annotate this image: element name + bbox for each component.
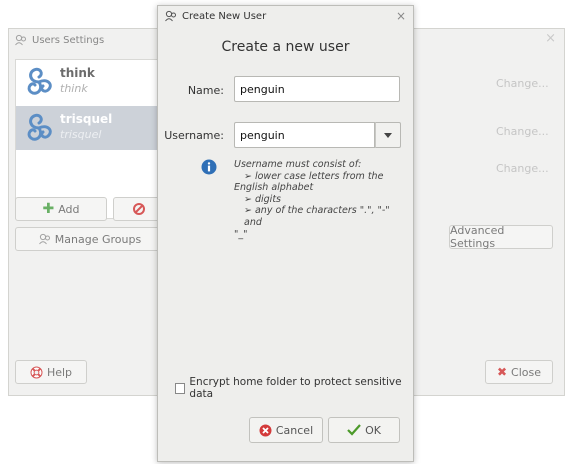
rules-line: Username must consist of: — [234, 159, 362, 170]
dialog-heading: Create a new user — [221, 39, 350, 55]
change-link-1[interactable]: Change... — [496, 77, 549, 90]
plus-icon: ✚ — [42, 201, 55, 217]
cancel-label: Cancel — [275, 423, 314, 437]
ok-label: OK — [365, 423, 381, 437]
name-field[interactable]: penguin — [234, 76, 400, 102]
groups-icon — [38, 233, 50, 245]
user-row-think[interactable]: think think — [16, 60, 166, 104]
rules-line: "_" — [234, 228, 248, 240]
encrypt-home-option[interactable]: Encrypt home folder to protect sensitive… — [175, 376, 413, 400]
triskelion-avatar-icon — [27, 113, 52, 141]
remove-icon — [133, 203, 145, 215]
ok-button[interactable]: OK — [328, 417, 400, 443]
rules-line: ➢ digits — [244, 193, 281, 205]
dialog-titlebar: Create New User — [158, 6, 413, 26]
checkmark-icon — [347, 424, 361, 436]
info-icon — [201, 159, 217, 175]
dialog-title: Create New User — [182, 10, 267, 22]
change-link-2[interactable]: Change... — [496, 125, 549, 138]
user-subtitle: think — [60, 82, 88, 95]
manage-groups-button[interactable]: Manage Groups — [15, 227, 165, 251]
close-x-icon: ✖ — [496, 365, 508, 379]
user-list: think think trisquel trisquel — [15, 59, 167, 219]
change-link-3[interactable]: Change... — [496, 162, 549, 175]
rules-line: ➢ lower case letters from the — [244, 170, 384, 182]
users-icon — [15, 34, 26, 46]
username-rules-text: Username must consist of: ➢ lower case l… — [234, 159, 394, 240]
username-combo-input[interactable]: penguin — [234, 122, 375, 148]
create-user-dialog: Create New User × Create a new user Name… — [157, 5, 414, 462]
rules-line: English alphabet — [234, 182, 314, 194]
users-settings-title: Users Settings — [32, 34, 105, 46]
encrypt-home-label: Encrypt home folder to protect sensitive… — [189, 376, 402, 400]
user-name: trisquel — [60, 112, 113, 126]
chevron-down-icon — [384, 132, 392, 138]
lifebuoy-help-icon — [30, 366, 43, 378]
help-button[interactable]: Help — [15, 360, 87, 384]
advanced-settings-button[interactable]: Advanced Settings — [449, 224, 553, 250]
add-user-button[interactable]: ✚ Add — [15, 197, 107, 221]
dialog-close-icon[interactable]: × — [396, 9, 406, 23]
add-user-label: Add — [58, 202, 80, 216]
cancel-icon — [259, 424, 272, 436]
manage-groups-label: Manage Groups — [54, 232, 142, 246]
users-settings-close-icon[interactable]: × — [545, 31, 556, 46]
user-row-trisquel[interactable]: trisquel trisquel — [16, 106, 166, 150]
name-label: Name: — [187, 84, 224, 97]
username-dropdown-button[interactable] — [375, 122, 401, 148]
close-label: Close — [511, 365, 542, 379]
user-subtitle: trisquel — [60, 128, 102, 141]
help-label: Help — [46, 365, 73, 379]
cancel-button[interactable]: Cancel — [249, 417, 323, 443]
rules-line: ➢ any of the characters ".", "-" and — [244, 205, 390, 228]
encrypt-home-checkbox[interactable] — [175, 382, 186, 394]
close-button[interactable]: ✖ Close — [485, 360, 553, 384]
triskelion-avatar-icon — [27, 67, 52, 95]
user-name: think — [60, 66, 95, 80]
username-label: Username: — [164, 129, 224, 142]
users-icon — [165, 10, 176, 22]
